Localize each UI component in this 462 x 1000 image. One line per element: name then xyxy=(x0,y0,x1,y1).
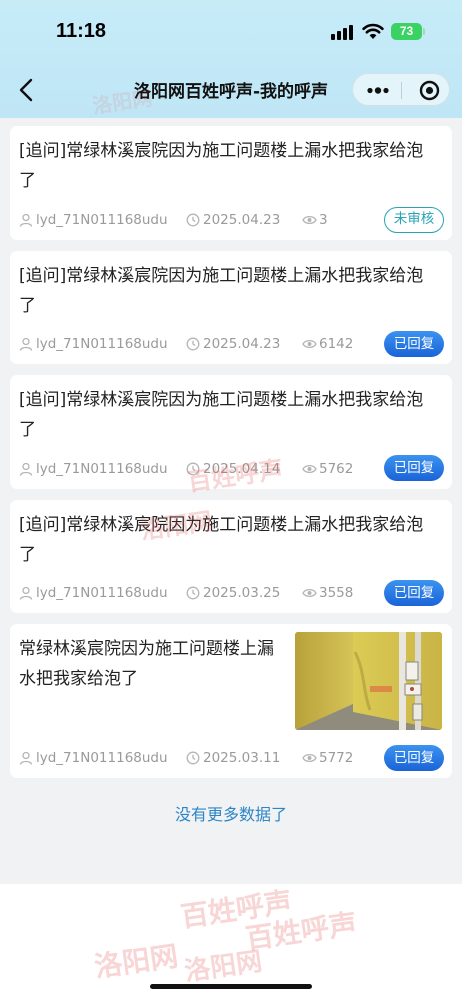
post-author: lyd_71N011168udu xyxy=(36,336,168,352)
post-views: 5772 xyxy=(319,750,354,766)
status-bar: 11:18 73 xyxy=(0,0,462,66)
top-bar: 11:18 73 洛阳网百姓呼声-我的呼声 xyxy=(0,0,462,118)
user-icon xyxy=(19,337,33,351)
post-meta: lyd_71N011168udu 2025.04.23 6142 xyxy=(19,334,379,354)
post-author: lyd_71N011168udu xyxy=(36,750,168,766)
home-indicator[interactable] xyxy=(150,984,312,989)
post-author: lyd_71N011168udu xyxy=(36,585,168,601)
post-card[interactable]: 常绿林溪宸院因为施工问题楼上漏水把我家给泡了 lyd_71N011168udu … xyxy=(10,624,452,778)
user-icon xyxy=(19,586,33,600)
post-thumbnail[interactable] xyxy=(295,632,442,730)
status-badge: 已回复 xyxy=(384,745,444,771)
post-author: lyd_71N011168udu xyxy=(36,212,168,228)
clock-icon xyxy=(186,213,200,227)
post-title: [追问]常绿林溪宸院因为施工问题楼上漏水把我家给泡了 xyxy=(19,390,424,440)
post-card[interactable]: [追问]常绿林溪宸院因为施工问题楼上漏水把我家给泡了 lyd_71N011168… xyxy=(10,251,452,364)
post-meta: lyd_71N011168udu 2025.03.25 3558 xyxy=(19,583,379,603)
clock-icon xyxy=(186,337,200,351)
user-icon xyxy=(19,213,33,227)
more-dots-icon[interactable] xyxy=(365,82,391,99)
clock-icon xyxy=(186,751,200,765)
post-date: 2025.04.23 xyxy=(203,212,281,228)
post-date: 2025.03.25 xyxy=(203,585,281,601)
eye-icon xyxy=(302,215,317,225)
list-end-text: 没有更多数据了 xyxy=(174,805,287,824)
post-views: 6142 xyxy=(319,336,354,352)
status-badge: 已回复 xyxy=(384,331,444,357)
eye-icon xyxy=(302,339,317,349)
eye-icon xyxy=(302,588,317,598)
post-card[interactable]: [追问]常绿林溪宸院因为施工问题楼上漏水把我家给泡了 lyd_71N011168… xyxy=(10,126,452,240)
status-time: 11:18 xyxy=(56,20,107,42)
eye-icon xyxy=(302,753,317,763)
post-title: 常绿林溪宸院因为施工问题楼上漏水把我家给泡了 xyxy=(19,639,274,689)
post-card[interactable]: [追问]常绿林溪宸院因为施工问题楼上漏水把我家给泡了 lyd_71N011168… xyxy=(10,500,452,613)
user-icon xyxy=(19,751,33,765)
post-title: [追问]常绿林溪宸院因为施工问题楼上漏水把我家给泡了 xyxy=(19,141,424,191)
post-views: 5762 xyxy=(319,461,354,477)
capsule-divider xyxy=(401,82,402,99)
eye-icon xyxy=(302,464,317,474)
post-meta: lyd_71N011168udu 2025.04.23 3 xyxy=(19,210,379,230)
wifi-icon xyxy=(362,23,384,39)
target-circle-icon[interactable] xyxy=(419,80,440,101)
post-views: 3558 xyxy=(319,585,354,601)
post-thumbnail-image xyxy=(295,632,442,730)
status-badge: 已回复 xyxy=(384,455,444,481)
post-views: 3 xyxy=(319,212,328,228)
status-badge: 已回复 xyxy=(384,580,444,606)
post-title: [追问]常绿林溪宸院因为施工问题楼上漏水把我家给泡了 xyxy=(19,515,424,565)
signal-icon xyxy=(331,24,355,40)
post-title: [追问]常绿林溪宸院因为施工问题楼上漏水把我家给泡了 xyxy=(19,266,424,316)
post-author: lyd_71N011168udu xyxy=(36,461,168,477)
status-badge: 未审核 xyxy=(384,207,444,233)
post-date: 2025.04.23 xyxy=(203,336,281,352)
battery-icon: 73 xyxy=(391,23,425,40)
user-icon xyxy=(19,462,33,476)
post-meta: lyd_71N011168udu 2025.03.11 5772 xyxy=(19,748,379,768)
post-date: 2025.03.11 xyxy=(203,750,281,766)
miniprogram-capsule xyxy=(352,73,450,106)
clock-icon xyxy=(186,586,200,600)
